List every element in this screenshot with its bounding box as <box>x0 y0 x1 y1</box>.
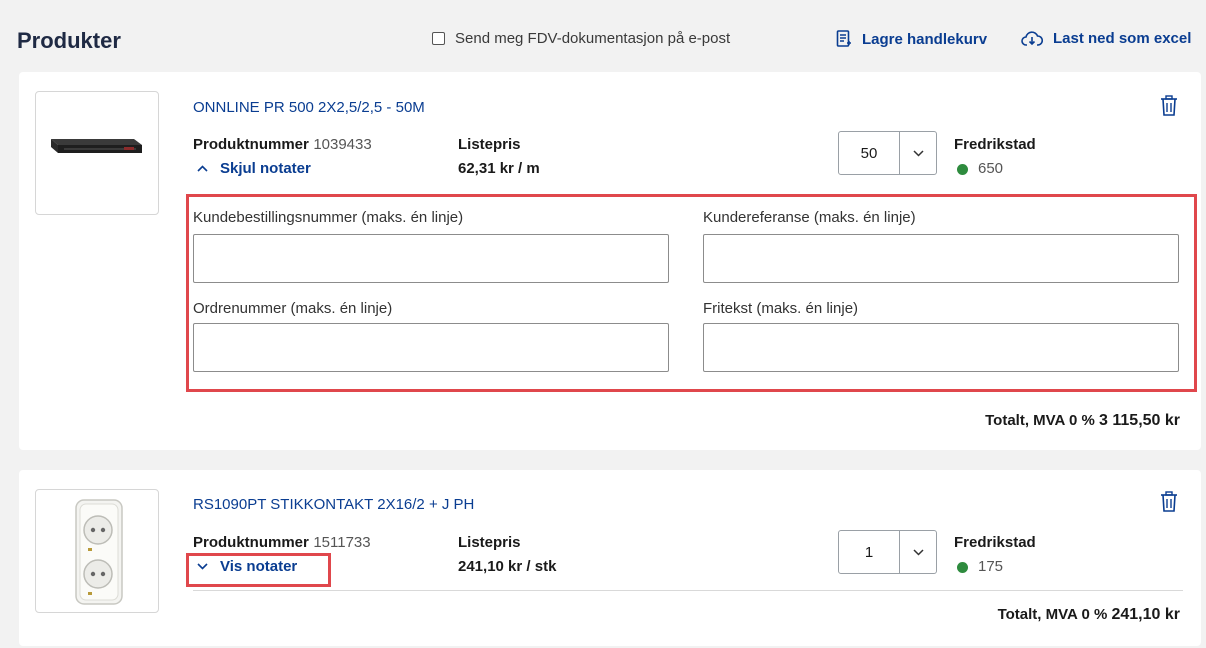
chevron-down-icon <box>197 563 208 570</box>
chevron-up-icon <box>197 165 208 172</box>
chevron-down-icon <box>912 149 924 157</box>
quantity-value: 1 <box>839 531 900 573</box>
order-number-label: Ordrenummer (maks. én linje) <box>193 300 393 317</box>
fdv-checkbox[interactable] <box>432 32 445 45</box>
line-total: Totalt, MVA 0 % 241,10 kr <box>998 606 1180 624</box>
product-number-label: Produktnummer <box>193 136 309 153</box>
product-name[interactable]: RS1090PT STIKKONTAKT 2X16/2 + J PH <box>193 496 474 513</box>
product-number: 1511733 <box>313 534 371 551</box>
customer-reference-input[interactable] <box>703 234 1179 283</box>
list-price-label: Listepris <box>458 534 521 551</box>
store-name: Fredrikstad <box>954 136 1036 153</box>
hide-notes-toggle[interactable]: Skjul notater <box>197 160 311 177</box>
chevron-down-icon <box>912 548 924 556</box>
cloud-download-icon <box>1021 30 1043 46</box>
product-number-label: Produktnummer <box>193 534 309 551</box>
order-number-input[interactable] <box>193 323 669 372</box>
stock-status: 650 <box>957 160 1003 177</box>
total-amount: 3 115,50 kr <box>1099 412 1180 429</box>
customer-order-number-label: Kundebestillingsnummer (maks. én linje) <box>193 209 464 226</box>
product-name[interactable]: ONNLINE PR 500 2X2,5/2,5 - 50M <box>193 99 425 116</box>
socket-outlet-image <box>75 499 123 605</box>
list-price: 241,10 kr / stk <box>458 558 557 575</box>
quantity-value: 50 <box>839 132 900 174</box>
quantity-dropdown[interactable] <box>900 531 936 573</box>
page-title: Produkter <box>17 28 121 53</box>
stock-count: 175 <box>978 558 1004 575</box>
customer-reference-label: Kundereferanse (maks. én linje) <box>703 209 916 226</box>
product-image <box>35 489 159 613</box>
save-cart-label: Lagre handlekurv <box>862 30 988 48</box>
store-name: Fredrikstad <box>954 534 1036 551</box>
fdv-label: Send meg FDV-dokumentasjon på e-post <box>455 30 731 47</box>
product-number-row: Produktnummer 1511733 <box>193 534 371 552</box>
list-price: 62,31 kr / m <box>458 160 540 177</box>
product-number: 1039433 <box>313 136 372 153</box>
stock-status: 175 <box>957 558 1003 575</box>
product-image <box>35 91 159 215</box>
in-stock-dot-icon <box>957 561 968 573</box>
save-cart-button[interactable]: Lagre handlekurv <box>836 30 987 48</box>
quantity-select[interactable]: 1 <box>838 530 937 574</box>
list-price-label: Listepris <box>458 136 521 153</box>
network-device-image <box>51 139 142 153</box>
free-text-input[interactable] <box>703 323 1179 372</box>
quantity-select[interactable]: 50 <box>838 131 937 175</box>
free-text-label: Fritekst (maks. én linje) <box>703 300 859 317</box>
download-excel-button[interactable]: Last ned som excel <box>1021 30 1191 47</box>
trash-icon[interactable] <box>1159 95 1179 117</box>
divider <box>193 590 1183 591</box>
fdv-email-option[interactable]: Send meg FDV-dokumentasjon på e-post <box>432 30 730 47</box>
line-total: Totalt, MVA 0 % 3 115,50 kr <box>985 412 1180 430</box>
quantity-dropdown[interactable] <box>900 132 936 174</box>
trash-icon[interactable] <box>1159 491 1179 513</box>
customer-order-number-input[interactable] <box>193 234 669 283</box>
show-notes-toggle[interactable]: Vis notater <box>197 558 297 575</box>
total-amount: 241,10 kr <box>1111 606 1180 623</box>
stock-count: 650 <box>978 160 1004 177</box>
total-label: Totalt, MVA 0 % <box>997 606 1108 623</box>
hide-notes-label: Skjul notater <box>220 160 311 177</box>
show-notes-label: Vis notater <box>220 558 298 575</box>
document-list-icon <box>836 30 851 47</box>
download-excel-label: Last ned som excel <box>1053 30 1192 47</box>
product-number-row: Produktnummer 1039433 <box>193 136 372 154</box>
total-label: Totalt, MVA 0 % <box>985 412 1095 429</box>
in-stock-dot-icon <box>957 163 968 175</box>
